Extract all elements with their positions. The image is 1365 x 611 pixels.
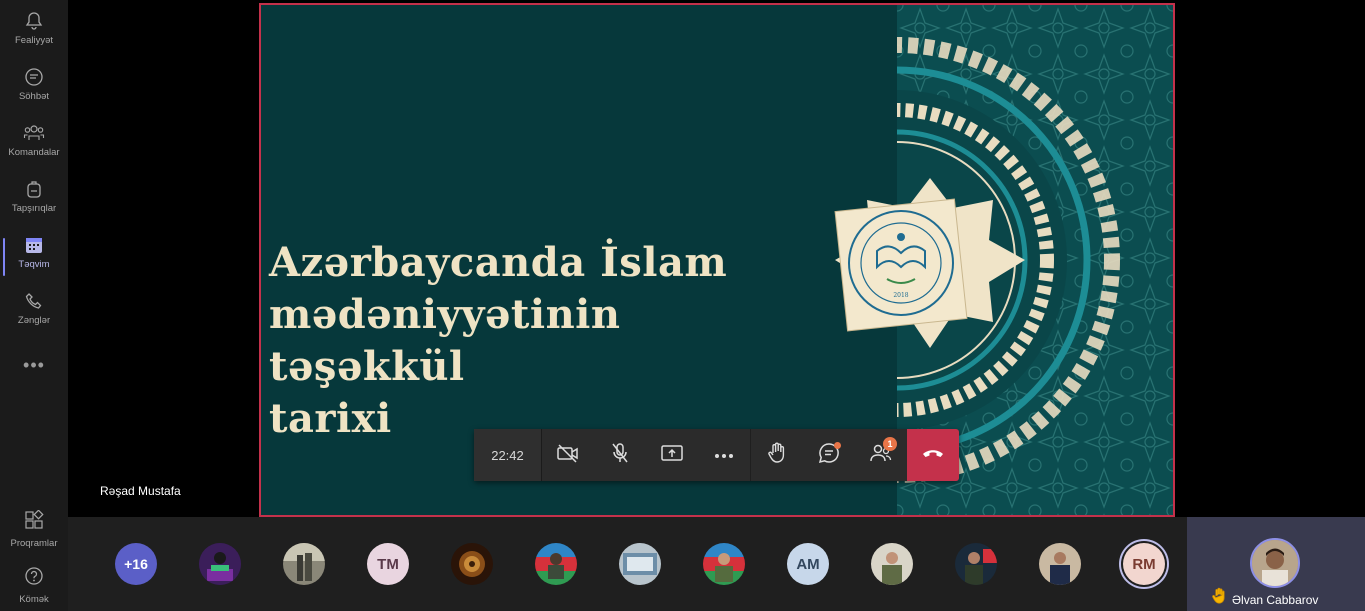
rail-item-label: Təqvim	[18, 259, 50, 270]
hang-up-button[interactable]	[907, 429, 959, 481]
rail-item-chat[interactable]: Söhbət	[0, 66, 68, 118]
camera-off-icon	[556, 443, 580, 468]
rail-item-label: Fealiyyət	[14, 35, 53, 46]
self-video-tile[interactable]: Əlvan Cabbarov	[1187, 517, 1365, 611]
rail-item-label: Zənglər	[17, 315, 51, 326]
more-icon	[714, 446, 734, 464]
share-screen-button[interactable]	[646, 429, 698, 481]
participant-avatar-am[interactable]: AM	[787, 543, 829, 585]
chat-icon	[23, 66, 45, 88]
raised-hand-icon	[1211, 587, 1227, 610]
participant-avatar[interactable]	[1039, 543, 1081, 585]
self-name-label: Əlvan Cabbarov	[1232, 593, 1319, 607]
institute-logo: 2018	[834, 178, 1025, 348]
rail-item-teams[interactable]: Komandalar	[0, 122, 68, 174]
rail-item-label: Tapşırıqlar	[11, 203, 57, 214]
rail-item-activity[interactable]: Fealiyyət	[0, 10, 68, 62]
camera-toggle-button[interactable]	[542, 429, 594, 481]
share-screen-icon	[660, 443, 684, 468]
participants-bar: +16 TM AM RM	[68, 517, 1187, 611]
show-participants-button[interactable]: 1	[855, 429, 907, 481]
participant-avatar[interactable]	[955, 543, 997, 585]
rail-item-assignments[interactable]: Tapşırıqlar	[0, 178, 68, 230]
hang-up-icon	[921, 446, 945, 464]
participant-avatar-rm[interactable]: RM	[1123, 543, 1165, 585]
slide-title-line: mədəniyyətinin təşəkkül	[269, 291, 621, 390]
rail-item-help[interactable]: Kömək	[0, 566, 68, 605]
mic-off-icon	[610, 442, 630, 469]
raise-hand-button[interactable]	[751, 429, 803, 481]
rail-item-label: Kömək	[19, 594, 49, 605]
rail-item-apps[interactable]: Proqramlar	[0, 509, 68, 549]
hand-icon	[767, 442, 787, 469]
show-conversation-button[interactable]	[803, 429, 855, 481]
participant-avatar[interactable]	[619, 543, 661, 585]
participant-avatar[interactable]	[535, 543, 577, 585]
self-avatar	[1250, 538, 1300, 588]
participant-avatar-tm[interactable]: TM	[367, 543, 409, 585]
backpack-icon	[23, 178, 45, 200]
help-icon	[24, 566, 44, 591]
meeting-controls-bar: 22:42 1	[474, 429, 959, 481]
presenter-name-label: Rəşad Mustafa	[100, 484, 181, 498]
participant-avatar[interactable]	[451, 543, 493, 585]
more-apps-button[interactable]: •••	[0, 355, 68, 376]
more-actions-button[interactable]	[698, 429, 750, 481]
participant-avatar[interactable]	[703, 543, 745, 585]
calendar-icon	[23, 234, 45, 256]
teams-icon	[23, 122, 45, 144]
rail-item-calendar[interactable]: Təqvim	[0, 234, 68, 286]
participant-avatar[interactable]	[283, 543, 325, 585]
meeting-timer: 22:42	[474, 429, 542, 481]
app-rail: Fealiyyət Söhbət Komandalar Tapşırıqlar …	[0, 0, 68, 611]
rail-item-label: Proqramlar	[10, 538, 58, 549]
bell-icon	[23, 10, 45, 32]
participant-avatar[interactable]	[199, 543, 241, 585]
apps-icon	[24, 509, 44, 535]
teams-meeting-window: Fealiyyət Söhbət Komandalar Tapşırıqlar …	[0, 0, 1365, 611]
more-participants-button[interactable]: +16	[115, 543, 157, 585]
rail-item-calls[interactable]: Zənglər	[0, 290, 68, 342]
slide-title: Azərbaycanda İslam mədəniyyətinin təşəkk…	[269, 237, 829, 445]
participants-badge: 1	[883, 437, 897, 451]
logo-year: 2018	[893, 292, 908, 299]
phone-icon	[23, 290, 45, 312]
participant-avatar[interactable]	[871, 543, 913, 585]
mic-toggle-button[interactable]	[594, 429, 646, 481]
rail-item-label: Söhbət	[18, 91, 50, 102]
rail-item-label: Komandalar	[8, 147, 60, 158]
slide-title-line: Azərbaycanda İslam	[269, 239, 728, 286]
unread-dot	[834, 442, 841, 449]
